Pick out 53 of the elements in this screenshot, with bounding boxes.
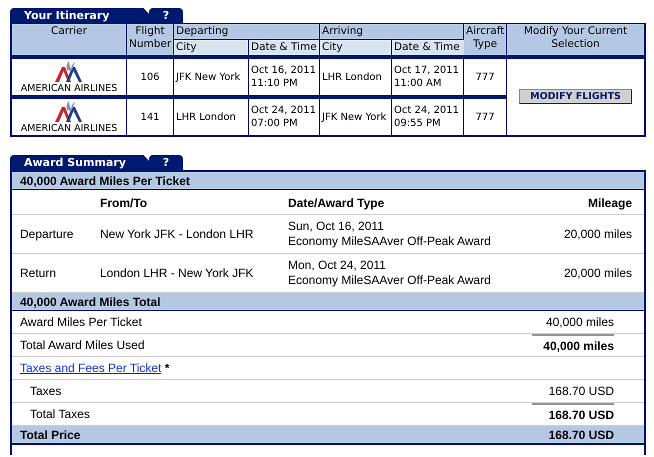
table-cell: Departure [12, 214, 92, 254]
column-header: Carrier [12, 24, 127, 56]
column-header: Aircraft Type [464, 24, 508, 56]
airline-name: AMERICAN AIRLINES [20, 82, 118, 94]
row-value: 168.70 USD [548, 428, 614, 442]
airline-logo-icon [54, 100, 84, 122]
help-tab[interactable]: ? [149, 155, 183, 170]
date-text: Oct 24, 2011 [251, 104, 317, 117]
date-text: Oct 16, 2011 [251, 64, 317, 77]
section-heading: 40,000 Award Miles Per Ticket [12, 172, 644, 190]
time-text: 09:55 PM [394, 117, 442, 130]
help-tab[interactable]: ? [149, 8, 183, 23]
airline-logo-icon [54, 60, 84, 82]
column-header: Flight Number [127, 24, 174, 56]
column-header: Mileage [504, 190, 644, 214]
time-text: 11:10 PM [251, 77, 299, 90]
column-header: Date & Time [392, 40, 464, 56]
award-type-text: Economy MileSAAver Off-Peak Award [288, 234, 492, 249]
column-header: City [320, 40, 392, 56]
modify-flights-button[interactable]: MODIFY FLIGHTS [519, 88, 632, 104]
date-text: Oct 17, 2011 [394, 64, 460, 77]
row-label: Award Miles Per Ticket [20, 315, 142, 329]
time-text: 07:00 PM [251, 117, 299, 130]
award-type-text: Economy MileSAAver Off-Peak Award [288, 273, 492, 288]
table-cell: 20,000 miles [504, 214, 644, 254]
date-text: Sun, Oct 16, 2011 [288, 219, 385, 234]
row-value: 40,000 miles [543, 339, 614, 353]
row-value: 168.70 USD [548, 408, 614, 422]
row-value: 40,000 miles [546, 315, 614, 329]
table-cell: 106 [127, 56, 174, 95]
row-label: Total Price [20, 428, 80, 442]
column-header: Date/Award Type [280, 190, 504, 214]
row-value: 168.70 USD [548, 384, 614, 398]
section-heading: 40,000 Award Miles Total [12, 292, 644, 310]
row-label: Total Taxes [30, 407, 90, 421]
footnote-mark: * [164, 361, 170, 375]
date-text: Mon, Oct 24, 2011 [288, 258, 387, 273]
column-header: Date & Time [249, 40, 320, 56]
table-cell: New York JFK - London LHR [92, 214, 280, 254]
airline-name: AMERICAN AIRLINES [20, 122, 118, 134]
column-header: Departing [174, 24, 320, 40]
taxes-link[interactable]: Taxes and Fees Per Ticket [20, 361, 162, 375]
date-text: Oct 24, 2011 [394, 104, 460, 117]
column-header: Modify Your Current Selection [507, 24, 644, 56]
row-label: Taxes [30, 384, 62, 398]
table-cell: 777 [464, 56, 508, 95]
time-text: 11:00 AM [394, 77, 442, 90]
column-header: From/To [92, 190, 280, 214]
table-cell: LHR London [320, 56, 392, 95]
column-header: Arriving [320, 24, 464, 40]
table-cell: JFK New York [174, 56, 249, 95]
row-label: Total Award Miles Used [20, 338, 144, 352]
column-header: City [174, 40, 249, 56]
